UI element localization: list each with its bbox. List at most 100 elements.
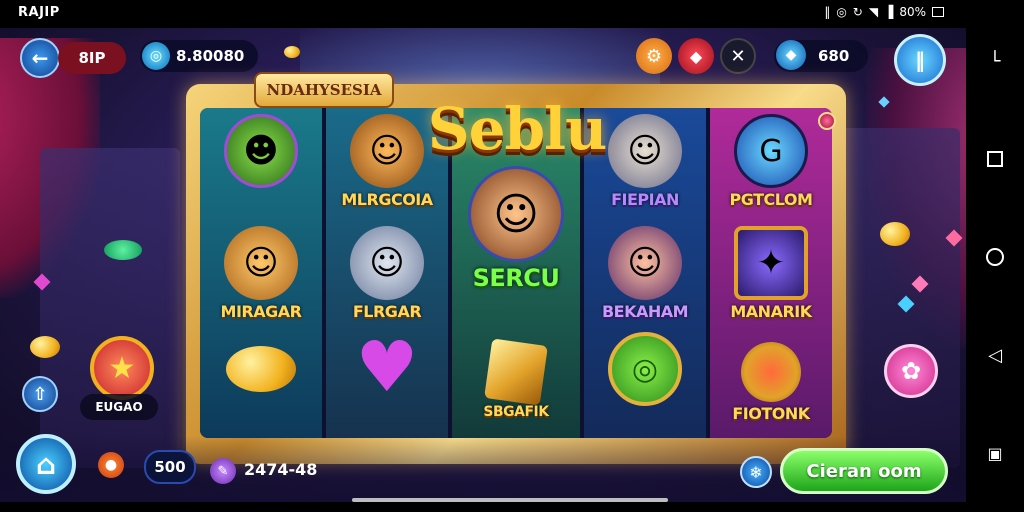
gear-icon: ⚙ [645, 45, 663, 67]
left-pillar [40, 148, 180, 468]
home-button[interactable]: ⌂ [16, 434, 76, 494]
upgrade-button[interactable]: ⇧ [22, 376, 58, 412]
square-icon [987, 151, 1003, 167]
close-icon: ✕ [730, 45, 746, 67]
game-subtitle-plaque: NDAHYSESIA [254, 72, 394, 108]
flower-icon: ✿ [900, 357, 922, 385]
nav-back-button[interactable]: ◁ [982, 342, 1008, 368]
sync-icon: ↻ [852, 5, 863, 19]
reel-symbol[interactable]: G PGTCLOM [710, 114, 832, 209]
reel-symbol[interactable] [200, 346, 322, 394]
gem-balance-pill: ◆ 680 [774, 40, 868, 72]
triangle-back-icon: ◁ [988, 344, 1002, 366]
auto-spin-button[interactable]: ❄ [740, 456, 772, 488]
medal-icon [741, 342, 801, 402]
back-corner-icon: └ [989, 50, 1001, 72]
bet-pill[interactable]: 500 [144, 450, 196, 484]
game-logo: Sebl u [412, 84, 622, 174]
reel-symbol[interactable]: ☺ MIRAGAR [200, 226, 322, 321]
right-pillar [840, 128, 960, 468]
bet-value: 500 [154, 458, 186, 476]
wifi-icon: ◥ [868, 5, 879, 19]
hero-cowboy-icon: ☺ [468, 166, 564, 262]
pause-button[interactable]: ‖ [894, 34, 946, 86]
heart-icon: ♥ [355, 326, 419, 408]
reel-symbol[interactable]: ☻ [200, 114, 322, 190]
floating-coin [284, 46, 300, 58]
status-icons: ‖ ◎ ↻ ◥ ▐ 80% [824, 5, 944, 19]
settings-gear-button[interactable]: ⚙ [636, 38, 672, 74]
floating-coin [104, 240, 142, 260]
reel-symbol[interactable]: ✦ MANARIK [710, 226, 832, 321]
game-logo-suffix: u [565, 95, 607, 163]
bonus-label-pill: EUGAO [80, 394, 158, 420]
game-logo-text: Sebl [427, 95, 566, 163]
floating-coin [30, 336, 60, 358]
win-value: 2474-48 [244, 460, 318, 479]
symbol-label: SERCU [472, 264, 560, 292]
cowboy-icon: ☺ [224, 226, 298, 300]
pause-icon: ‖ [915, 48, 925, 72]
back-arrow-icon: ← [31, 46, 49, 70]
coin-icon: ◎ [142, 42, 170, 70]
reel-symbol[interactable]: ♥ [326, 326, 448, 408]
nav-rotate-button[interactable]: ▣ [982, 440, 1008, 466]
status-carrier-text: RAJIP [18, 5, 60, 20]
coin-balance-value: 8.80080 [176, 47, 245, 65]
symbol-label: FIEPIAN [611, 190, 679, 209]
arrow-up-icon: ⇧ [32, 383, 48, 405]
reel-5: G PGTCLOM ✦ MANARIK FIOTONK [710, 108, 832, 438]
player-label: 8IP [78, 49, 106, 67]
symbol-label: SBGAFIK [483, 404, 549, 420]
symbol-label: BEKAHAM [601, 302, 689, 321]
battery-percent: 80% [899, 5, 926, 19]
portal-icon: ✦ [734, 226, 808, 300]
reel-symbol[interactable]: ☺ SERCU [452, 166, 580, 292]
symbol-label: FIOTONK [732, 404, 810, 423]
frame-ruby-ornament [818, 112, 836, 130]
snowflake-icon: ❄ [749, 462, 763, 482]
gold-gem-icon [484, 338, 548, 406]
reel-symbol[interactable]: ☺ FLRGAR [326, 226, 448, 321]
reel-symbol[interactable]: SBGAFIK [452, 338, 580, 420]
symbol-label: MANARIK [730, 302, 812, 321]
knight-icon: ☺ [350, 226, 424, 300]
goblin-icon: ☻ [224, 114, 298, 188]
star-icon: ★ [108, 350, 136, 386]
rotate-icon: ▣ [987, 443, 1003, 463]
spin-button[interactable]: Cieran oom [780, 448, 948, 494]
location-pin-icon: ● [98, 452, 124, 478]
ruby-shop-button[interactable]: ◆ [678, 38, 714, 74]
nav-recents-button[interactable] [982, 146, 1008, 172]
floating-coin [880, 222, 910, 246]
flower-bonus-button[interactable]: ✿ [884, 344, 938, 398]
status-bar: RAJIP ‖ ◎ ↻ ◥ ▐ 80% [0, 0, 1024, 28]
alarm-icon: ◎ [836, 5, 847, 19]
battery-icon [932, 7, 944, 17]
symbol-label: FLRGAR [352, 302, 422, 321]
game-screen: ← 8IP ◎ 8.80080 ⚙ ◆ ✕ ◆ 680 ‖ ☻ ☺ MIRAGA… [0, 28, 966, 502]
nav-home-button[interactable] [982, 244, 1008, 270]
reel-symbol[interactable]: FIOTONK [710, 342, 832, 423]
coin-icon: ◎ [608, 332, 682, 406]
coin-icon [226, 346, 296, 392]
symbol-label: PGTCLOM [729, 190, 813, 209]
gem-balance-value: 680 [818, 47, 850, 65]
home-indicator[interactable] [352, 498, 668, 502]
close-button[interactable]: ✕ [720, 38, 756, 74]
reel-symbol[interactable]: ☺ BEKAHAM [584, 226, 706, 321]
feather-icon: ✎ [210, 458, 236, 484]
player-pill[interactable]: 8IP [58, 42, 126, 74]
nav-back-corner-button[interactable]: └ [982, 48, 1008, 74]
signal-icon: ▐ [884, 5, 894, 19]
vibrate-icon: ‖ [824, 5, 831, 19]
bonus-star-button[interactable]: ★ [90, 336, 154, 400]
symbol-label: MLRGCOIA [341, 190, 433, 209]
back-button[interactable]: ← [20, 38, 60, 78]
reel-symbol[interactable]: ◎ [584, 332, 706, 408]
symbol-label: MIRAGAR [220, 302, 302, 321]
android-nav-bar: └ ◁ ▣ [966, 0, 1024, 512]
coin-balance-pill: ◎ 8.80080 [140, 40, 258, 72]
reel-1: ☻ ☺ MIRAGAR [200, 108, 322, 438]
circle-icon [986, 248, 1004, 266]
